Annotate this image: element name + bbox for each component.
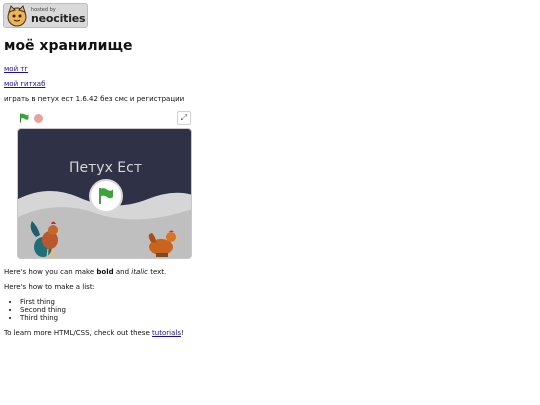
italic-word: italic [131, 268, 148, 276]
game-title: Петух Ест [68, 160, 142, 176]
green-flag-icon[interactable] [19, 113, 29, 123]
fullscreen-icon: ⤢ [180, 113, 188, 122]
sentence-part: Here's how you can make [4, 268, 97, 276]
page-title: моё хранилище [4, 38, 133, 54]
bold-word: bold [96, 268, 114, 276]
bold-italic-sentence: Here's how you can make bold and italic … [4, 268, 166, 276]
learn-text-part: ! [180, 329, 184, 337]
example-list: First thing Second thing Third thing [4, 298, 66, 322]
fullscreen-button[interactable]: ⤢ [177, 111, 191, 125]
list-item: Second thing [20, 306, 66, 314]
game-player: ⤢ Петух Ест [17, 109, 192, 259]
sentence-part: text. [147, 268, 167, 276]
player-controls: ⤢ [17, 109, 192, 127]
github-link[interactable]: мой гитхаб [4, 80, 45, 88]
telegram-link[interactable]: мой тг [4, 65, 28, 73]
game-stage[interactable]: Петух Ест [17, 128, 192, 259]
learn-more-text: To learn more HTML/CSS, check out these … [4, 329, 184, 337]
neocities-badge[interactable]: hosted by neocities [3, 3, 88, 28]
neocities-cat-icon [7, 4, 27, 26]
list-item: Third thing [20, 314, 66, 322]
list-intro: Here's how to make a list: [4, 283, 95, 291]
badge-brand-text: neocities [31, 11, 86, 25]
tutorials-link[interactable]: tutorials [152, 329, 181, 337]
stop-button[interactable] [34, 114, 43, 123]
green-flag-icon [99, 188, 113, 204]
learn-text-part: To learn more HTML/CSS, check out these [4, 329, 153, 337]
list-item: First thing [20, 298, 66, 306]
intro-text: играть в петух ест 1.6.42 без смс и реги… [4, 95, 185, 103]
sentence-part: and [113, 268, 132, 276]
start-overlay-button[interactable] [89, 179, 123, 213]
